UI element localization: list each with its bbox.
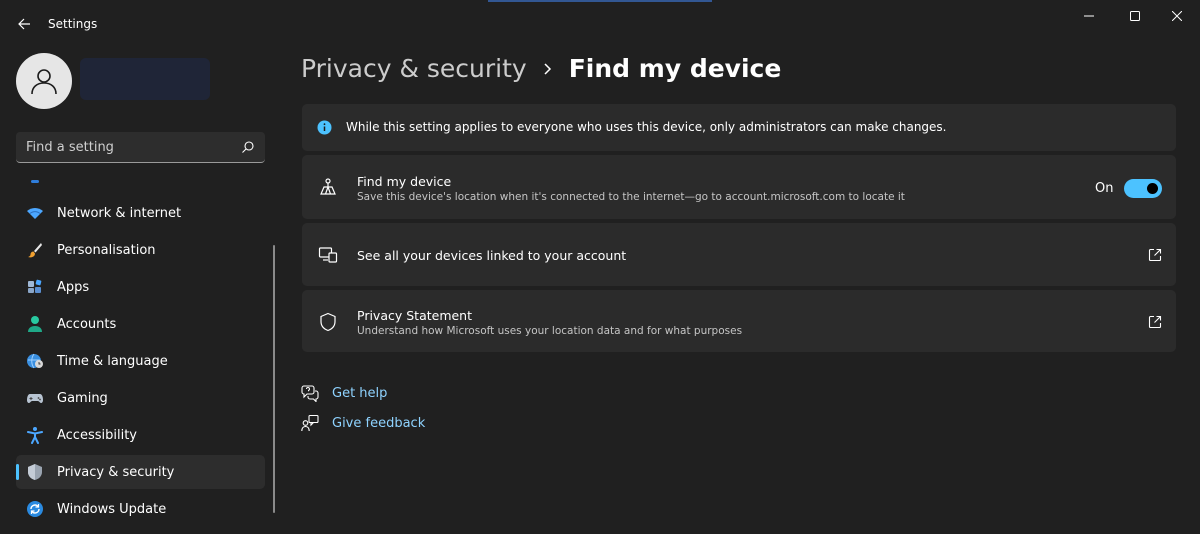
update-icon: [26, 500, 44, 518]
find-device-icon: [318, 177, 338, 197]
info-banner-text: While this setting applies to everyone w…: [346, 120, 947, 134]
apps-icon: [26, 278, 44, 296]
devices-icon: [318, 245, 338, 265]
globe-clock-icon: [26, 352, 44, 370]
open-external-icon: [1148, 248, 1162, 262]
title-bar: Settings: [0, 0, 1200, 48]
sidebar-item-privacy-security[interactable]: Privacy & security: [16, 455, 265, 489]
close-icon: [1172, 11, 1182, 21]
setting-title: See all your devices linked to your acco…: [357, 248, 627, 263]
sidebar-item-label: Gaming: [57, 390, 108, 406]
sidebar-item-windows-update[interactable]: Windows Update: [16, 492, 265, 526]
linked-devices-link-row[interactable]: See all your devices linked to your acco…: [302, 223, 1176, 286]
open-external-icon: [1148, 315, 1162, 329]
info-banner: While this setting applies to everyone w…: [302, 104, 1176, 151]
sidebar-item-label: Network & internet: [57, 205, 182, 221]
sidebar-item-label: Accounts: [57, 316, 117, 332]
sidebar-scrollbar[interactable]: [273, 245, 275, 513]
give-feedback-label: Give feedback: [332, 415, 426, 431]
search-input[interactable]: [16, 132, 236, 162]
sidebar-item-network[interactable]: Network & internet: [16, 196, 265, 230]
find-my-device-toggle[interactable]: [1124, 179, 1162, 198]
breadcrumb-parent[interactable]: Privacy & security: [301, 54, 527, 83]
maximize-icon: [1130, 11, 1140, 21]
sidebar-item-time-language[interactable]: Time & language: [16, 344, 265, 378]
scrolled-item-peek: [31, 180, 39, 183]
setting-description: Understand how Microsoft uses your locat…: [357, 325, 743, 337]
get-help-link[interactable]: Get help: [301, 384, 387, 402]
sidebar-nav: Network & internet Personalisation Apps: [16, 196, 265, 529]
sidebar-item-gaming[interactable]: Gaming: [16, 381, 265, 415]
get-help-label: Get help: [332, 385, 388, 401]
give-feedback-link[interactable]: Give feedback: [301, 414, 425, 432]
gamepad-icon: [26, 389, 44, 407]
sidebar-item-label: Privacy & security: [57, 464, 175, 480]
chevron-right-icon: [541, 62, 555, 76]
sidebar-item-label: Apps: [57, 279, 90, 295]
toggle-state-label: On: [1095, 181, 1114, 196]
selection-indicator: [16, 464, 19, 480]
person-icon: [26, 315, 44, 333]
page-title: Find my device: [568, 54, 782, 83]
shield-outline-icon: [318, 312, 338, 332]
setting-title: Privacy Statement: [357, 308, 473, 323]
search-icon[interactable]: [241, 140, 255, 154]
avatar[interactable]: [16, 53, 72, 109]
shield-icon: [26, 463, 44, 481]
person-icon: [31, 69, 57, 95]
help-chat-icon: [301, 384, 319, 402]
setting-description: Save this device's location when it's co…: [357, 191, 905, 203]
toggle-knob: [1147, 183, 1158, 194]
brush-icon: [26, 241, 44, 259]
sidebar-item-apps[interactable]: Apps: [16, 270, 265, 304]
find-my-device-setting: Find my device Save this device's locati…: [302, 155, 1176, 219]
sidebar-item-label: Time & language: [57, 353, 168, 369]
app-title: Settings: [48, 17, 98, 31]
wifi-icon: [26, 204, 44, 222]
sidebar-item-label: Accessibility: [57, 427, 137, 443]
sidebar-item-personalisation[interactable]: Personalisation: [16, 233, 265, 267]
back-button[interactable]: [12, 12, 36, 36]
setting-title: Find my device: [357, 174, 452, 189]
close-button[interactable]: [1154, 0, 1200, 32]
maximize-button[interactable]: [1112, 0, 1158, 32]
sidebar-item-label: Personalisation: [57, 242, 156, 258]
breadcrumb: Privacy & security Find my device: [301, 54, 781, 83]
sidebar-item-accessibility[interactable]: Accessibility: [16, 418, 265, 452]
privacy-statement-link-row[interactable]: Privacy Statement Understand how Microso…: [302, 290, 1176, 352]
search-box[interactable]: [16, 132, 265, 163]
minimize-icon: [1084, 15, 1094, 17]
sidebar-item-label: Windows Update: [57, 501, 167, 517]
accessibility-icon: [26, 426, 44, 444]
account-name-redacted: [80, 58, 210, 100]
arrow-left-icon: [18, 18, 30, 30]
minimize-button[interactable]: [1066, 0, 1112, 32]
sidebar-item-accounts[interactable]: Accounts: [16, 307, 265, 341]
info-icon: [317, 120, 332, 135]
feedback-icon: [301, 414, 319, 432]
